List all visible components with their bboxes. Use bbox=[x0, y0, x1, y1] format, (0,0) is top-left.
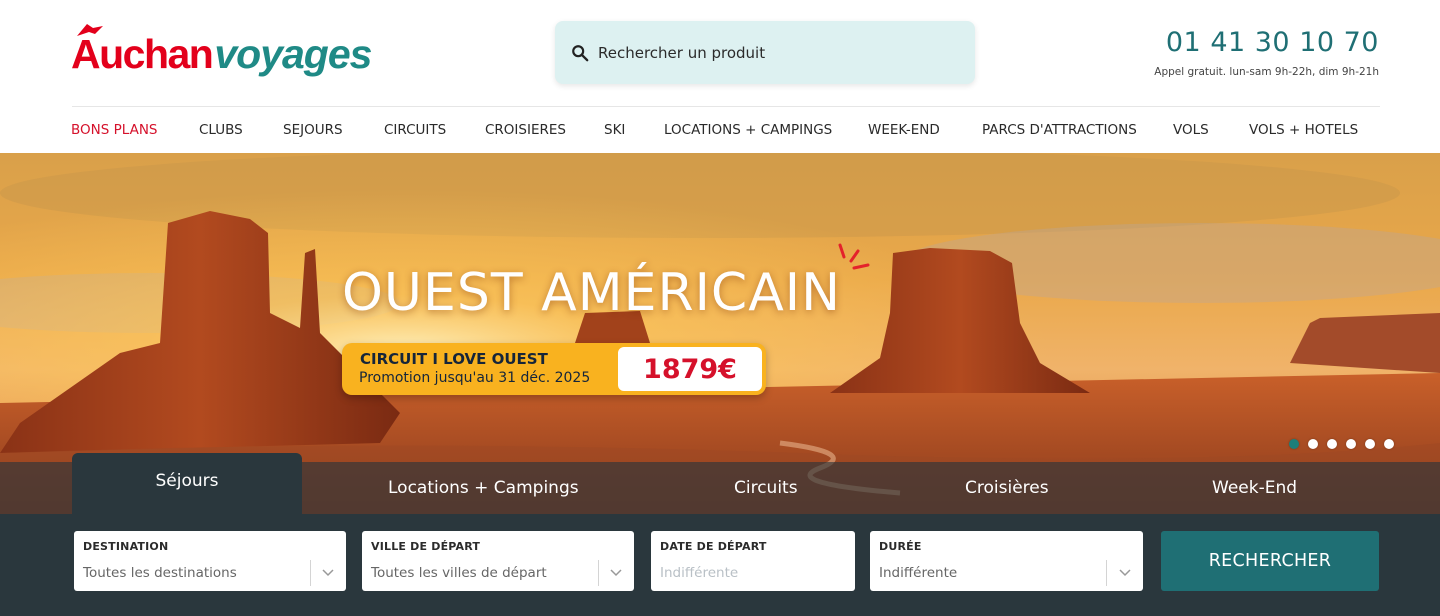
nav-item-sejours[interactable]: SEJOURS bbox=[283, 122, 343, 138]
carousel-dot-5[interactable] bbox=[1365, 439, 1375, 449]
carousel-dot-4[interactable] bbox=[1346, 439, 1356, 449]
logo-text-auchan: Auchan bbox=[71, 31, 214, 77]
tab-week-end[interactable]: Week-End bbox=[1212, 478, 1297, 498]
departure-date-placeholder: Indifférente bbox=[660, 565, 739, 581]
departure-city-select[interactable]: VILLE DE DÉPART Toutes les villes de dép… bbox=[362, 531, 634, 591]
search-submit-button[interactable]: RECHERCHER bbox=[1161, 531, 1379, 591]
phone-hours: Appel gratuit. lun-sam 9h-22h, dim 9h-21… bbox=[1154, 66, 1379, 78]
destination-label: DESTINATION bbox=[83, 540, 169, 553]
nav-item-vols[interactable]: VOLS bbox=[1173, 122, 1209, 138]
logo-text-voyages: voyages bbox=[214, 31, 372, 77]
field-divider bbox=[310, 560, 311, 586]
duration-select[interactable]: DURÉE Indifférente bbox=[870, 531, 1143, 591]
tab-circuits[interactable]: Circuits bbox=[734, 478, 798, 498]
tab-croisieres[interactable]: Croisières bbox=[965, 478, 1049, 498]
carousel-dot-2[interactable] bbox=[1308, 439, 1318, 449]
carousel-dots bbox=[1289, 439, 1394, 449]
auchan-voyages-logo[interactable]: Auchan voyages bbox=[71, 24, 372, 78]
nav-item-clubs[interactable]: CLUBS bbox=[199, 122, 243, 138]
field-divider bbox=[598, 560, 599, 586]
contact-block: 01 41 30 10 70 Appel gratuit. lun-sam 9h… bbox=[1154, 26, 1379, 78]
carousel-dot-6[interactable] bbox=[1384, 439, 1394, 449]
nav-item-locations-campings[interactable]: LOCATIONS + CAMPINGS bbox=[664, 122, 832, 138]
carousel-dot-3[interactable] bbox=[1327, 439, 1337, 449]
carousel-dot-1[interactable] bbox=[1289, 439, 1299, 449]
tab-locations-campings[interactable]: Locations + Campings bbox=[388, 478, 579, 498]
nav-item-parcs-attractions[interactable]: PARCS D'ATTRACTIONS bbox=[982, 122, 1137, 138]
sparkle-decoration-icon bbox=[838, 243, 870, 270]
chevron-down-icon bbox=[610, 569, 622, 577]
promo-subtitle: Promotion jusqu'au 31 déc. 2025 bbox=[359, 370, 591, 386]
tab-sejours[interactable]: Séjours bbox=[72, 453, 302, 514]
phone-number[interactable]: 01 41 30 10 70 bbox=[1154, 26, 1379, 60]
duration-value: Indifférente bbox=[879, 565, 958, 581]
nav-item-bons-plans[interactable]: BONS PLANS bbox=[71, 122, 157, 138]
chevron-down-icon bbox=[1119, 569, 1131, 577]
promo-price: 1879€ bbox=[616, 345, 764, 393]
destination-select[interactable]: DESTINATION Toutes les destinations bbox=[74, 531, 346, 591]
field-divider bbox=[1106, 560, 1107, 586]
chevron-down-icon bbox=[322, 569, 334, 577]
departure-date-field[interactable]: DATE DE DÉPART Indifférente bbox=[651, 531, 855, 591]
site-header: Auchan voyages 01 41 30 10 70 Appel grat… bbox=[0, 0, 1440, 106]
nav-item-week-end[interactable]: WEEK-END bbox=[868, 122, 940, 138]
departure-city-value: Toutes les villes de départ bbox=[371, 565, 547, 581]
nav-item-circuits[interactable]: CIRCUITS bbox=[384, 122, 446, 138]
hero-title: OUEST AMÉRICAIN bbox=[342, 263, 842, 323]
destination-value: Toutes les destinations bbox=[83, 565, 237, 581]
departure-date-label: DATE DE DÉPART bbox=[660, 540, 767, 553]
search-input[interactable] bbox=[598, 43, 958, 62]
promo-title: CIRCUIT I LOVE OUEST bbox=[360, 350, 548, 368]
promo-badge[interactable]: CIRCUIT I LOVE OUEST Promotion jusqu'au … bbox=[342, 343, 766, 395]
nav-item-ski[interactable]: SKI bbox=[604, 122, 625, 138]
main-nav: BONS PLANS CLUBS SEJOURS CIRCUITS CROISI… bbox=[0, 107, 1440, 153]
nav-item-croisieres[interactable]: CROISIERES bbox=[485, 122, 566, 138]
search-icon bbox=[572, 44, 589, 61]
duration-label: DURÉE bbox=[879, 540, 922, 553]
product-search-bar[interactable] bbox=[555, 21, 975, 84]
departure-city-label: VILLE DE DÉPART bbox=[371, 540, 481, 553]
nav-item-vols-hotels[interactable]: VOLS + HOTELS bbox=[1249, 122, 1358, 138]
